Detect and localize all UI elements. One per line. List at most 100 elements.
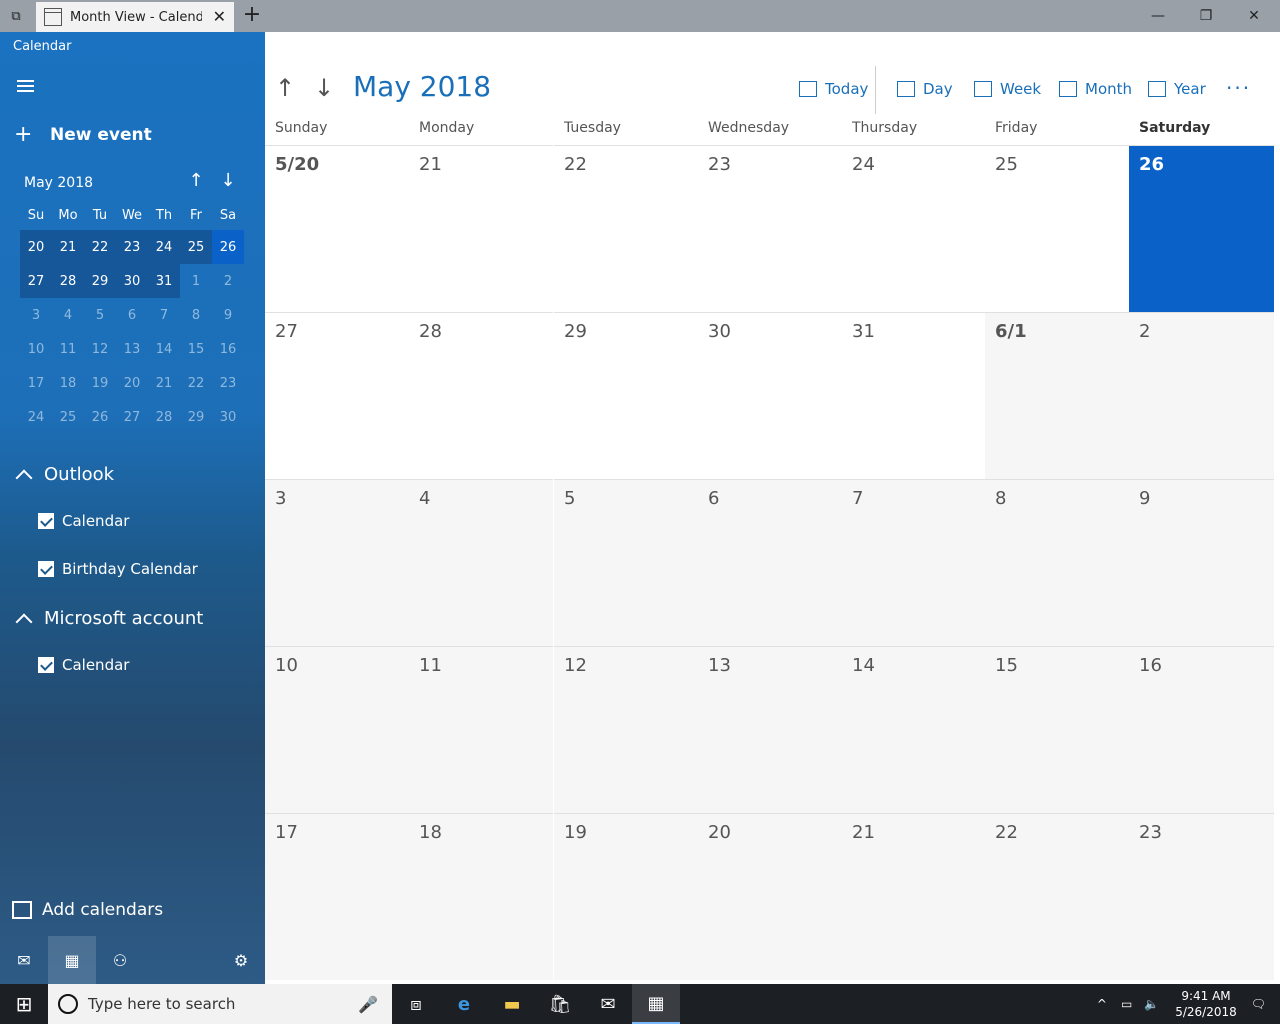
mini-day-cell[interactable]: 20: [116, 366, 148, 400]
mini-day-cell[interactable]: 28: [52, 264, 84, 298]
mini-day-cell[interactable]: 29: [180, 400, 212, 434]
day-cell[interactable]: 11: [409, 646, 553, 813]
mini-day-cell[interactable]: 3: [20, 298, 52, 332]
month-title[interactable]: May 2018: [353, 70, 491, 103]
mini-day-cell[interactable]: 15: [180, 332, 212, 366]
mail-icon[interactable]: ✉: [0, 936, 48, 984]
day-cell[interactable]: 12: [554, 646, 698, 813]
mini-day-cell[interactable]: 17: [20, 366, 52, 400]
close-button[interactable]: ✕: [1230, 0, 1278, 32]
new-event-button[interactable]: + New event: [14, 122, 152, 147]
windows-start-icon[interactable]: ⊞: [0, 984, 48, 1024]
add-calendars-button[interactable]: Add calendars: [12, 900, 163, 920]
week-view-button[interactable]: Week: [974, 80, 1041, 98]
volume-icon[interactable]: 🔈: [1144, 997, 1159, 1011]
mini-day-cell[interactable]: 10: [20, 332, 52, 366]
previous-month-arrow-icon[interactable]: ↑: [271, 74, 299, 102]
calendar-item[interactable]: Calendar: [38, 656, 129, 674]
edge-icon[interactable]: e: [440, 984, 488, 1024]
mini-day-cell[interactable]: 28: [148, 400, 180, 434]
checkbox[interactable]: [38, 657, 54, 673]
mini-day-cell[interactable]: 23: [212, 366, 244, 400]
mini-day-cell[interactable]: 26: [84, 400, 116, 434]
mini-day-cell[interactable]: 26: [212, 230, 244, 264]
more-options-icon[interactable]: ···: [1226, 76, 1251, 100]
next-month-arrow-icon[interactable]: ↓: [310, 74, 338, 102]
day-cell[interactable]: 14: [842, 646, 986, 813]
task-view-icon[interactable]: ⧈: [392, 984, 440, 1024]
mini-day-cell[interactable]: 27: [116, 400, 148, 434]
mini-day-cell[interactable]: 9: [212, 298, 244, 332]
day-cell[interactable]: 5/20: [265, 145, 409, 312]
day-cell[interactable]: 6: [698, 479, 842, 646]
settings-gear-icon[interactable]: ⚙: [217, 936, 265, 984]
day-cell[interactable]: 3: [265, 479, 409, 646]
mini-day-cell[interactable]: 5: [84, 298, 116, 332]
mini-day-cell[interactable]: 29: [84, 264, 116, 298]
today-cell[interactable]: 26: [1129, 145, 1274, 312]
mini-day-cell[interactable]: 24: [148, 230, 180, 264]
day-cell[interactable]: 4: [409, 479, 553, 646]
day-cell[interactable]: 2: [1129, 312, 1274, 479]
day-cell[interactable]: 23: [1129, 813, 1274, 980]
search-box[interactable]: Type here to search 🎤: [48, 984, 392, 1024]
file-explorer-icon[interactable]: ▬: [488, 984, 536, 1024]
day-cell[interactable]: 31: [842, 312, 986, 479]
day-cell[interactable]: 17: [265, 813, 409, 980]
month-view-button[interactable]: Month: [1059, 80, 1132, 98]
mini-day-cell[interactable]: 8: [180, 298, 212, 332]
day-cell[interactable]: 18: [409, 813, 553, 980]
mini-day-cell[interactable]: 11: [52, 332, 84, 366]
calendar-item[interactable]: Birthday Calendar: [38, 560, 198, 578]
day-cell[interactable]: 16: [1129, 646, 1274, 813]
day-cell[interactable]: 8: [985, 479, 1129, 646]
mini-day-cell[interactable]: 25: [180, 230, 212, 264]
day-cell[interactable]: 6/1: [985, 312, 1129, 479]
mini-day-cell[interactable]: 16: [212, 332, 244, 366]
calendar-icon[interactable]: ▦: [48, 936, 96, 984]
mini-day-cell[interactable]: 20: [20, 230, 52, 264]
mini-day-cell[interactable]: 21: [148, 366, 180, 400]
notification-icon[interactable]: 🗨: [1251, 997, 1266, 1011]
day-cell[interactable]: 25: [985, 145, 1129, 312]
mini-calendar-title[interactable]: May 2018: [24, 175, 93, 191]
day-cell[interactable]: 9: [1129, 479, 1274, 646]
day-cell[interactable]: 28: [409, 312, 553, 479]
minimize-button[interactable]: —: [1134, 0, 1182, 32]
day-cell[interactable]: 20: [698, 813, 842, 980]
group-microsoft-account[interactable]: Microsoft account: [14, 608, 203, 630]
today-button[interactable]: Today: [799, 80, 868, 98]
mini-day-cell[interactable]: 14: [148, 332, 180, 366]
day-cell[interactable]: 15: [985, 646, 1129, 813]
mini-day-cell[interactable]: 25: [52, 400, 84, 434]
menu-icon[interactable]: [17, 80, 34, 92]
chevron-up-icon[interactable]: ^: [1097, 997, 1107, 1011]
day-cell[interactable]: 27: [265, 312, 409, 479]
calendar-item[interactable]: Calendar: [38, 512, 129, 530]
microphone-icon[interactable]: 🎤: [358, 995, 378, 1014]
mini-day-cell[interactable]: 2: [212, 264, 244, 298]
tab-calendar[interactable]: Month View - Calendar ✕: [36, 2, 234, 32]
close-tab-icon[interactable]: ✕: [213, 7, 226, 26]
mini-day-cell[interactable]: 21: [52, 230, 84, 264]
mini-day-cell[interactable]: 30: [212, 400, 244, 434]
day-cell[interactable]: 5: [554, 479, 698, 646]
day-cell[interactable]: 13: [698, 646, 842, 813]
mini-day-cell[interactable]: 4: [52, 298, 84, 332]
day-cell[interactable]: 23: [698, 145, 842, 312]
day-cell[interactable]: 10: [265, 646, 409, 813]
calendar-icon[interactable]: ▦: [632, 984, 680, 1024]
year-view-button[interactable]: Year: [1148, 80, 1206, 98]
arrow-down-icon[interactable]: ↓: [216, 170, 240, 191]
day-cell[interactable]: 24: [842, 145, 986, 312]
store-icon[interactable]: 🛍: [536, 984, 584, 1024]
day-cell[interactable]: 21: [409, 145, 553, 312]
mini-day-cell[interactable]: 22: [84, 230, 116, 264]
clock[interactable]: 9:41 AM 5/26/2018: [1175, 988, 1237, 1020]
sets-icon[interactable]: ⧉: [0, 0, 32, 32]
group-outlook[interactable]: Outlook: [14, 464, 114, 486]
checkbox[interactable]: [38, 561, 54, 577]
mini-day-cell[interactable]: 13: [116, 332, 148, 366]
day-cell[interactable]: 7: [842, 479, 986, 646]
mini-day-cell[interactable]: 6: [116, 298, 148, 332]
